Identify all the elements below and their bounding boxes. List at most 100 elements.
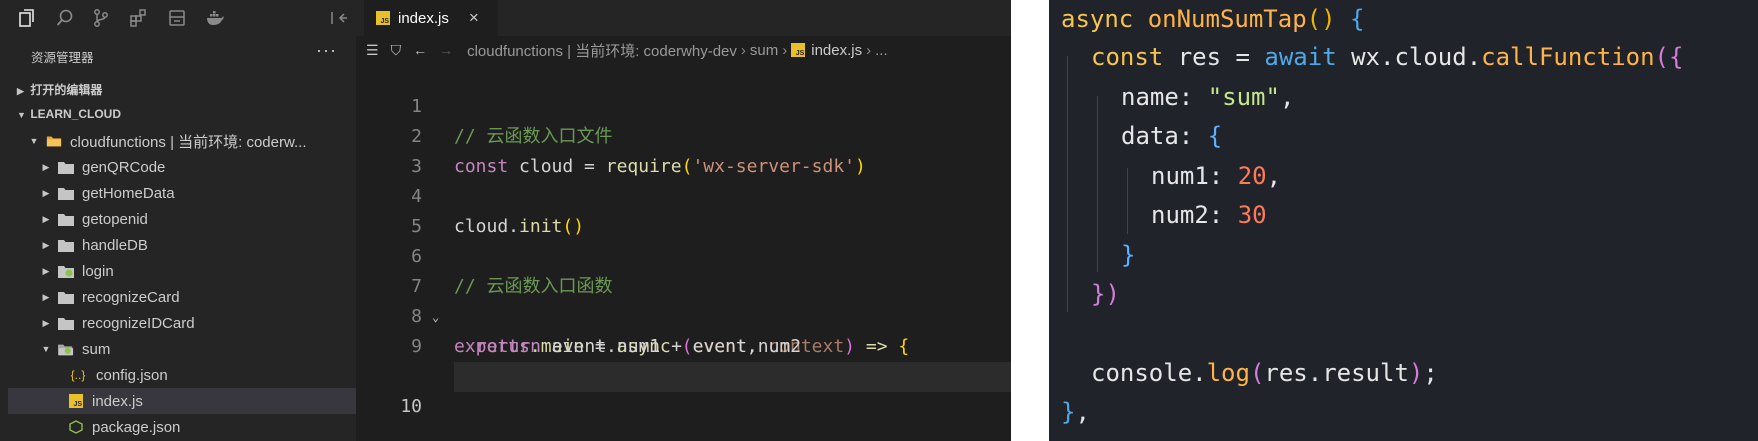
breadcrumb: ☰ ⛉ ← → cloudfunctions | 当前环境: coderwhy-… (356, 36, 1011, 64)
workspace-section[interactable]: ▼ LEARN_CLOUD (17, 107, 121, 121)
code-number: 30 (1237, 201, 1267, 229)
code-paren: ( (1249, 359, 1265, 387)
tree-file[interactable]: {..} config.json (0, 362, 356, 388)
folder-label: login (82, 262, 114, 280)
indent-guide (1097, 96, 1098, 272)
code-paren: () (1306, 5, 1336, 33)
code-token: log (1206, 359, 1250, 387)
code-brace: { (1207, 122, 1223, 150)
folder-icon (58, 316, 74, 330)
file-label: config.json (96, 366, 168, 384)
explorer-title: 资源管理器 (31, 51, 94, 65)
folder-label: handleDB (82, 236, 148, 254)
tree-folder[interactable]: ▶ recognizeCard (0, 284, 356, 310)
source-control-icon[interactable] (90, 8, 112, 28)
code-line: 2 const cloud = require('wx-server-sdk') (356, 92, 1011, 177)
file-label: package.json (92, 418, 181, 436)
chevron-right-icon: ▶ (42, 265, 50, 276)
code-line-current: 10 (356, 332, 1011, 417)
folder-label: genQRCode (82, 158, 166, 176)
open-editors-section[interactable]: ▶ 打开的编辑器 (17, 81, 102, 98)
activity-bar (0, 0, 356, 36)
tree-folder[interactable]: ▶ login (0, 258, 356, 284)
more-actions-icon[interactable]: ··· (316, 40, 337, 61)
breadcrumb-item[interactable]: cloudfunctions | 当前环境: coderwhy-dev (467, 40, 737, 61)
snippet-line: num1: 20, (1151, 162, 1282, 190)
code-line: 1 // 云函数入口文件 (356, 62, 1011, 147)
bookmark-icon[interactable]: ⛉ (391, 42, 402, 59)
json-file-icon: {..} (70, 368, 86, 382)
chevron-right-icon: ▶ (42, 317, 50, 328)
tree-folder[interactable]: ▶ getHomeData (0, 180, 356, 206)
chevron-right-icon: › (740, 41, 746, 59)
breadcrumb-item[interactable]: ... (875, 42, 888, 59)
code-line: 3 (356, 122, 1011, 177)
snippet-line: async onNumSumTap() { (1061, 0, 1364, 38)
forward-arrow-icon[interactable]: → (439, 42, 453, 58)
chevron-right-icon: ▶ (42, 187, 50, 198)
file-label: index.js (92, 392, 143, 410)
code-token: res.result (1264, 359, 1409, 387)
snippet-line: }) (1091, 275, 1120, 313)
explorer-icon[interactable] (16, 8, 38, 28)
code-brace: { (1669, 43, 1684, 71)
tree-folder[interactable]: ▶ handleDB (0, 232, 356, 258)
folder-label: sum (82, 340, 111, 358)
code-brace: } (1061, 398, 1076, 426)
code-line: 8 return event.num1 + event.num2 (356, 272, 1011, 357)
folder-label: recognizeIDCard (82, 314, 195, 332)
folder-label: getHomeData (82, 184, 175, 202)
chevron-right-icon: ▶ (42, 213, 50, 224)
line-number: 10 (400, 396, 422, 417)
close-icon[interactable]: × (469, 8, 479, 28)
back-arrow-icon[interactable]: ← (413, 42, 427, 58)
remote-explorer-icon[interactable] (166, 8, 188, 28)
tree-file-selected[interactable]: JS index.js (8, 388, 356, 414)
code-token: data: (1121, 122, 1208, 150)
code-token: console. (1091, 359, 1207, 387)
js-file-icon: JS (376, 11, 390, 25)
folder-icon (58, 290, 74, 304)
docker-icon[interactable] (204, 8, 226, 28)
snippet-line: name: "sum", (1121, 83, 1295, 111)
breadcrumb-item[interactable]: index.js (811, 42, 862, 59)
folder-icon (58, 212, 74, 226)
code-token: res = (1163, 43, 1265, 71)
code-line: 5 (356, 182, 1011, 237)
search-icon[interactable] (54, 8, 76, 28)
code-string: "sum" (1207, 83, 1280, 111)
tree-folder[interactable]: ▶ getopenid (0, 206, 356, 232)
editor-area: JS index.js × ☰ ⛉ ← → cloudfunctions | 当… (356, 0, 1011, 441)
chevron-right-icon: › (782, 41, 788, 59)
chevron-right-icon: › (866, 41, 872, 59)
tree-file[interactable]: package.json (0, 414, 356, 440)
tab-index-js[interactable]: JS index.js × (364, 0, 498, 36)
code-token: wx.cloud. (1336, 43, 1482, 71)
code-token: const (1091, 43, 1164, 71)
code-token: num1: (1151, 162, 1238, 190)
folder-icon (58, 238, 74, 252)
js-file-icon: JS (68, 394, 84, 408)
extensions-icon[interactable] (128, 8, 150, 28)
code-token: onNumSumTap (1147, 5, 1307, 33)
tree-folder[interactable]: ▼ sum (0, 336, 356, 362)
tree-root-folder[interactable]: ▼ cloudfunctions | 当前环境: coderw... (0, 128, 356, 154)
current-line-highlight (454, 362, 1011, 392)
tree-folder[interactable]: ▶ genQRCode (0, 154, 356, 180)
chevron-right-icon: ▶ (42, 291, 50, 302)
tree-folder[interactable]: ▶ recognizeIDCard (0, 310, 356, 336)
explorer-sidebar: 资源管理器 ··· ▶ 打开的编辑器 ▼ LEARN_CLOUD ▼ cloud… (0, 36, 356, 441)
snippet-line: }, (1061, 398, 1090, 426)
folder-open-icon (46, 134, 62, 148)
chevron-down-icon: ▼ (29, 136, 39, 146)
code-paren: ) (1105, 280, 1120, 308)
root-folder-label: cloudfunctions | 当前环境: coderw... (70, 133, 307, 151)
list-icon[interactable]: ☰ (366, 42, 379, 59)
snippet-line: } (1121, 236, 1135, 274)
breadcrumb-item[interactable]: sum (750, 42, 778, 59)
open-editors-label: 打开的编辑器 (30, 83, 103, 97)
code-token: async (1061, 5, 1134, 33)
cloud-folder-icon (58, 264, 74, 278)
toggle-panel-icon[interactable] (328, 8, 350, 28)
cloud-folder-open-icon (58, 342, 74, 356)
